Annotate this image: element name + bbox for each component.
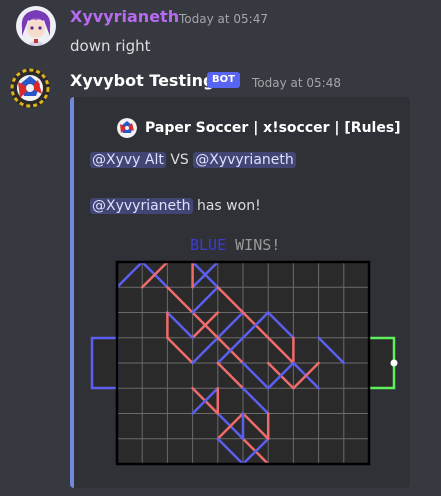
left-goal — [90, 336, 119, 390]
message-text: down right — [70, 37, 151, 55]
winner-color-text: BLUE — [190, 236, 227, 254]
embed-players-line: @Xyvy Alt VS @Xyvyrianeth — [90, 152, 296, 168]
embed-result-line: @Xyvyrianeth has won! — [90, 198, 261, 214]
winner-banner: BLUE WINS! — [190, 236, 280, 254]
result-text: has won! — [196, 198, 261, 214]
user-mention[interactable]: @Xyvyrianeth — [90, 198, 193, 214]
embed-author-icon — [117, 118, 137, 138]
avatar[interactable] — [16, 6, 56, 46]
ball-marker — [390, 359, 398, 367]
user-mention[interactable]: @Xyvyrianeth — [193, 152, 296, 168]
vs-text: VS — [170, 152, 189, 168]
avatar-soccer-ball-icon — [10, 68, 50, 108]
user-mention[interactable]: @Xyvy Alt — [90, 152, 166, 168]
timestamp: Today at 05:48 — [252, 76, 341, 90]
timestamp: Today at 05:47 — [179, 12, 268, 26]
embed-soccer-ball-icon — [117, 118, 137, 138]
username[interactable]: Xyvybot Testing — [70, 71, 214, 90]
right-goal — [369, 336, 396, 390]
username[interactable]: Xyvyrianeth — [70, 7, 179, 26]
soccer-board-image[interactable] — [90, 260, 398, 470]
embed-title-link[interactable]: Paper Soccer | x!soccer | [Rules] — [145, 120, 401, 136]
avatar[interactable] — [10, 68, 50, 108]
avatar-anime-girl-icon — [16, 6, 56, 46]
bot-badge: BOT — [207, 72, 240, 88]
wins-text: WINS! — [235, 236, 281, 254]
